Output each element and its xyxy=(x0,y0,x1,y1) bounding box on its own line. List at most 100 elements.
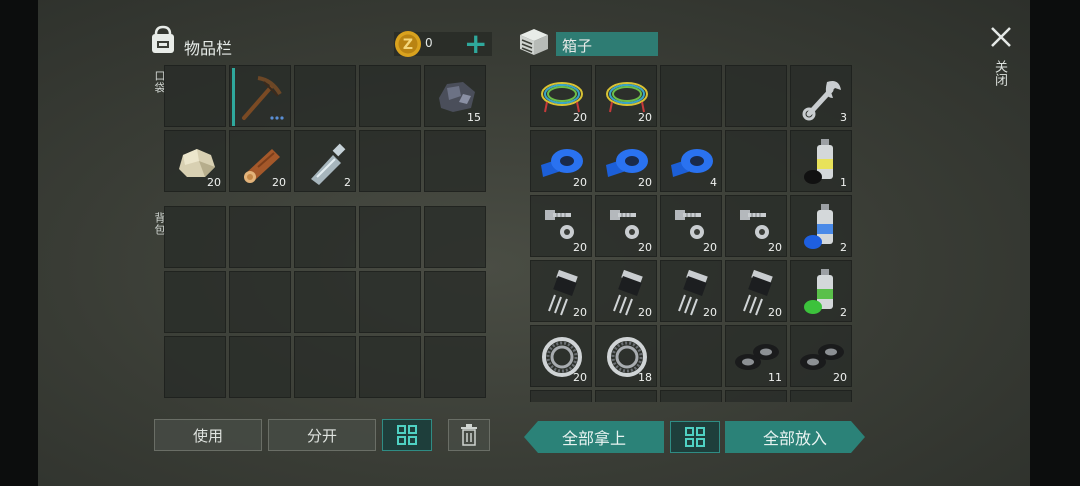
empty-slot[interactable] xyxy=(424,336,486,398)
item-count: 20 xyxy=(703,241,717,254)
box-grid-overflow-row xyxy=(530,390,856,402)
item-count: 20 xyxy=(638,176,652,189)
trash-icon xyxy=(461,424,477,446)
item-count: 20 xyxy=(768,306,782,319)
empty-slot[interactable] xyxy=(294,336,356,398)
trash-button[interactable] xyxy=(448,419,490,451)
item-count: 20 xyxy=(638,306,652,319)
item-slot-transistor[interactable]: 20 xyxy=(530,260,592,322)
item-count: 4 xyxy=(710,176,717,189)
item-count: 20 xyxy=(703,306,717,319)
put-all-button[interactable]: 全部放入 xyxy=(725,421,865,453)
empty-slot[interactable] xyxy=(359,130,421,192)
backpack-icon xyxy=(152,25,174,53)
empty-slot[interactable] xyxy=(359,336,421,398)
empty-slot[interactable] xyxy=(164,206,226,268)
empty-slot[interactable] xyxy=(229,206,291,268)
item-slot-spray-blue[interactable]: 2 xyxy=(790,195,852,257)
item-count: 20 xyxy=(638,241,652,254)
item-count: 20 xyxy=(573,241,587,254)
item-count: 20 xyxy=(768,241,782,254)
empty-slot[interactable] xyxy=(660,325,722,387)
item-slot-bearing[interactable]: 18 xyxy=(595,325,657,387)
svg-text:Z: Z xyxy=(403,37,413,53)
empty-slot[interactable] xyxy=(660,65,722,127)
item-slot-bearing[interactable]: 20 xyxy=(530,325,592,387)
item-count: 20 xyxy=(833,371,847,384)
item-slot-bolts[interactable]: 20 xyxy=(660,195,722,257)
box-grid: 20 20 3 20 20 4 1 20 20 20 20 2 20 20 20 20 2 20 18 11 20 xyxy=(530,65,852,387)
item-count: 2 xyxy=(344,176,351,189)
inventory-title: 物品栏 xyxy=(184,39,233,58)
item-count: 11 xyxy=(768,371,782,384)
pocket-grid: 15 20 20 2 xyxy=(164,65,486,192)
empty-slot[interactable] xyxy=(229,271,291,333)
game-screen: 物品栏 Z 0 + 口袋 背包 15 20 20 2 箱子 20 20 3 20 20 4 1 20… xyxy=(38,0,1030,486)
empty-slot[interactable] xyxy=(424,130,486,192)
grid-icon xyxy=(685,427,705,447)
empty-slot[interactable] xyxy=(359,65,421,127)
box-title: 箱子 xyxy=(562,37,593,55)
item-slot-transistor[interactable]: 20 xyxy=(595,260,657,322)
empty-slot[interactable] xyxy=(164,271,226,333)
close-icon[interactable] xyxy=(990,26,1012,48)
item-slot-spray-green[interactable]: 2 xyxy=(790,260,852,322)
item-slot-wires[interactable]: 20 xyxy=(595,65,657,127)
empty-slot[interactable] xyxy=(294,206,356,268)
item-count: 20 xyxy=(573,176,587,189)
split-button[interactable]: 分开 xyxy=(268,419,376,451)
empty-slot[interactable] xyxy=(164,65,226,127)
item-slot-blue-tape[interactable]: 4 xyxy=(660,130,722,192)
use-button[interactable]: 使用 xyxy=(154,419,262,451)
item-count: 2 xyxy=(840,306,847,319)
item-slot-blue-tape[interactable]: 20 xyxy=(530,130,592,192)
take-all-button[interactable]: 全部拿上 xyxy=(524,421,664,453)
item-slot-coal-ore[interactable]: 15 xyxy=(424,65,486,127)
empty-slot[interactable] xyxy=(359,206,421,268)
coin-amount: 0 xyxy=(425,36,433,50)
item-slot-wrench[interactable]: 3 xyxy=(790,65,852,127)
item-count: 20 xyxy=(272,176,286,189)
box-name-field[interactable]: 箱子 xyxy=(556,32,658,56)
equipped-indicator xyxy=(232,68,235,126)
empty-slot[interactable] xyxy=(229,336,291,398)
item-slot-wires[interactable]: 20 xyxy=(530,65,592,127)
item-count: 20 xyxy=(573,306,587,319)
item-count: 3 xyxy=(840,111,847,124)
item-slot-wood-log[interactable]: 20 xyxy=(229,130,291,192)
item-count: 20 xyxy=(638,111,652,124)
item-count: 18 xyxy=(638,371,652,384)
item-count: 15 xyxy=(467,111,481,124)
pickaxe-icon xyxy=(242,76,284,120)
empty-slot[interactable] xyxy=(164,336,226,398)
item-slot-plastic-bottle[interactable]: 2 xyxy=(294,130,356,192)
empty-slot[interactable] xyxy=(359,271,421,333)
sort-inventory-button[interactable] xyxy=(382,419,432,451)
empty-slot[interactable] xyxy=(725,65,787,127)
item-slot-stone[interactable]: 20 xyxy=(164,130,226,192)
item-slot-seals[interactable]: 11 xyxy=(725,325,787,387)
close-label[interactable]: 关闭 xyxy=(990,60,1009,86)
item-slot-bolts[interactable]: 20 xyxy=(530,195,592,257)
sort-box-button[interactable] xyxy=(670,421,720,453)
grid-icon xyxy=(397,425,417,445)
empty-slot[interactable] xyxy=(725,130,787,192)
coin-icon: Z xyxy=(395,31,421,57)
item-slot-transistor[interactable]: 20 xyxy=(725,260,787,322)
item-slot-blue-tape[interactable]: 20 xyxy=(595,130,657,192)
item-slot-bolts[interactable]: 20 xyxy=(725,195,787,257)
item-count: 20 xyxy=(573,371,587,384)
empty-slot[interactable] xyxy=(424,271,486,333)
backpack-grid xyxy=(164,206,486,398)
empty-slot[interactable] xyxy=(424,206,486,268)
box-icon xyxy=(520,29,548,55)
item-slot-bolts[interactable]: 20 xyxy=(595,195,657,257)
empty-slot[interactable] xyxy=(294,65,356,127)
add-coins-button[interactable]: + xyxy=(464,30,487,58)
item-count: 2 xyxy=(840,241,847,254)
item-slot-spray-black[interactable]: 1 xyxy=(790,130,852,192)
empty-slot[interactable] xyxy=(294,271,356,333)
item-slot-seals[interactable]: 20 xyxy=(790,325,852,387)
item-slot-transistor[interactable]: 20 xyxy=(660,260,722,322)
item-slot-pickaxe[interactable] xyxy=(229,65,291,127)
